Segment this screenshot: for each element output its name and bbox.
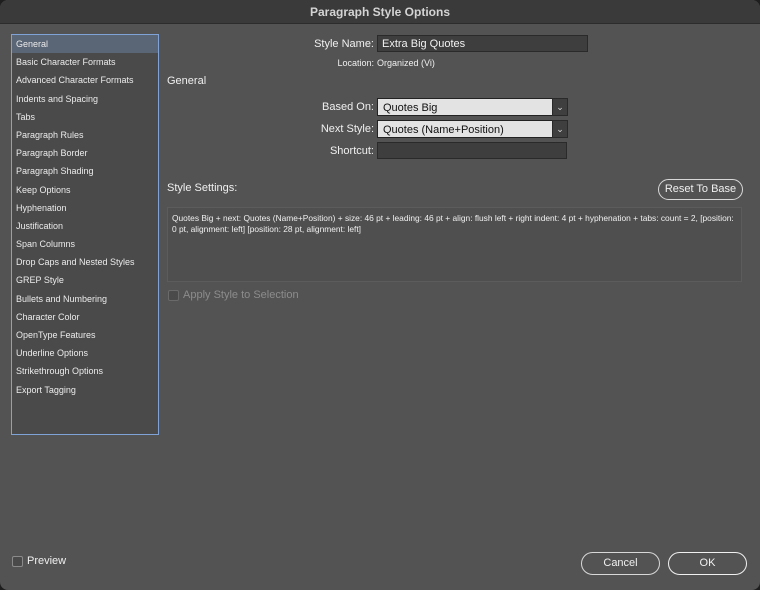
sidebar-item-basic-character-formats[interactable]: Basic Character Formats (12, 53, 158, 71)
based-on-label: Based On: (322, 101, 374, 113)
based-on-dropdown[interactable]: Quotes Big ⌄ (377, 98, 568, 116)
sidebar-item-underline-options[interactable]: Underline Options (12, 344, 158, 362)
sidebar-item-span-columns[interactable]: Span Columns (12, 235, 158, 253)
sidebar-item-hyphenation[interactable]: Hyphenation (12, 199, 158, 217)
sidebar-item-export-tagging[interactable]: Export Tagging (12, 381, 158, 399)
sidebar-item-paragraph-shading[interactable]: Paragraph Shading (12, 162, 158, 180)
category-list: General Basic Character Formats Advanced C… (11, 34, 159, 435)
sidebar-item-tabs[interactable]: Tabs (12, 108, 158, 126)
location-value: Organized (Vi) (377, 58, 435, 68)
shortcut-input[interactable] (377, 142, 567, 159)
based-on-value[interactable]: Quotes Big (377, 98, 553, 116)
apply-style-checkbox[interactable] (168, 290, 179, 301)
style-name-label: Style Name: (314, 38, 374, 50)
style-name-input[interactable]: Extra Big Quotes (377, 35, 588, 52)
sidebar-item-grep-style[interactable]: GREP Style (12, 271, 158, 289)
sidebar-item-keep-options[interactable]: Keep Options (12, 181, 158, 199)
ok-button[interactable]: OK (668, 552, 747, 575)
preview-checkbox[interactable] (12, 556, 23, 567)
paragraph-style-dialog: Paragraph Style Options General Basic Cha… (0, 0, 760, 590)
next-style-dropdown[interactable]: Quotes (Name+Position) ⌄ (377, 120, 568, 138)
sidebar-item-strikethrough-options[interactable]: Strikethrough Options (12, 362, 158, 380)
sidebar-item-opentype-features[interactable]: OpenType Features (12, 326, 158, 344)
style-settings-description: Quotes Big + next: Quotes (Name+Position… (167, 207, 742, 282)
section-heading: General (167, 75, 207, 87)
sidebar-item-bullets-and-numbering[interactable]: Bullets and Numbering (12, 290, 158, 308)
sidebar-item-indents-and-spacing[interactable]: Indents and Spacing (12, 90, 158, 108)
next-style-label: Next Style: (320, 123, 374, 135)
apply-style-label: Apply Style to Selection (183, 289, 299, 301)
shortcut-label: Shortcut: (329, 145, 374, 157)
reset-to-base-button[interactable]: Reset To Base (658, 179, 743, 200)
sidebar-item-advanced-character-formats[interactable]: Advanced Character Formats (12, 71, 158, 89)
sidebar-item-paragraph-border[interactable]: Paragraph Border (12, 144, 158, 162)
sidebar-item-paragraph-rules[interactable]: Paragraph Rules (12, 126, 158, 144)
cancel-button[interactable]: Cancel (581, 552, 660, 575)
window-title: Paragraph Style Options (0, 0, 760, 24)
preview-label: Preview (27, 555, 67, 567)
sidebar-item-justification[interactable]: Justification (12, 217, 158, 235)
location-label: Location: (337, 58, 374, 68)
style-settings-label: Style Settings: (167, 182, 238, 194)
chevron-down-icon[interactable]: ⌄ (552, 98, 568, 116)
next-style-value[interactable]: Quotes (Name+Position) (377, 120, 553, 138)
sidebar-item-general[interactable]: General (12, 35, 158, 54)
sidebar-item-drop-caps-and-nested-styles[interactable]: Drop Caps and Nested Styles (12, 253, 158, 271)
sidebar-item-character-color[interactable]: Character Color (12, 308, 158, 326)
chevron-down-icon[interactable]: ⌄ (552, 120, 568, 138)
